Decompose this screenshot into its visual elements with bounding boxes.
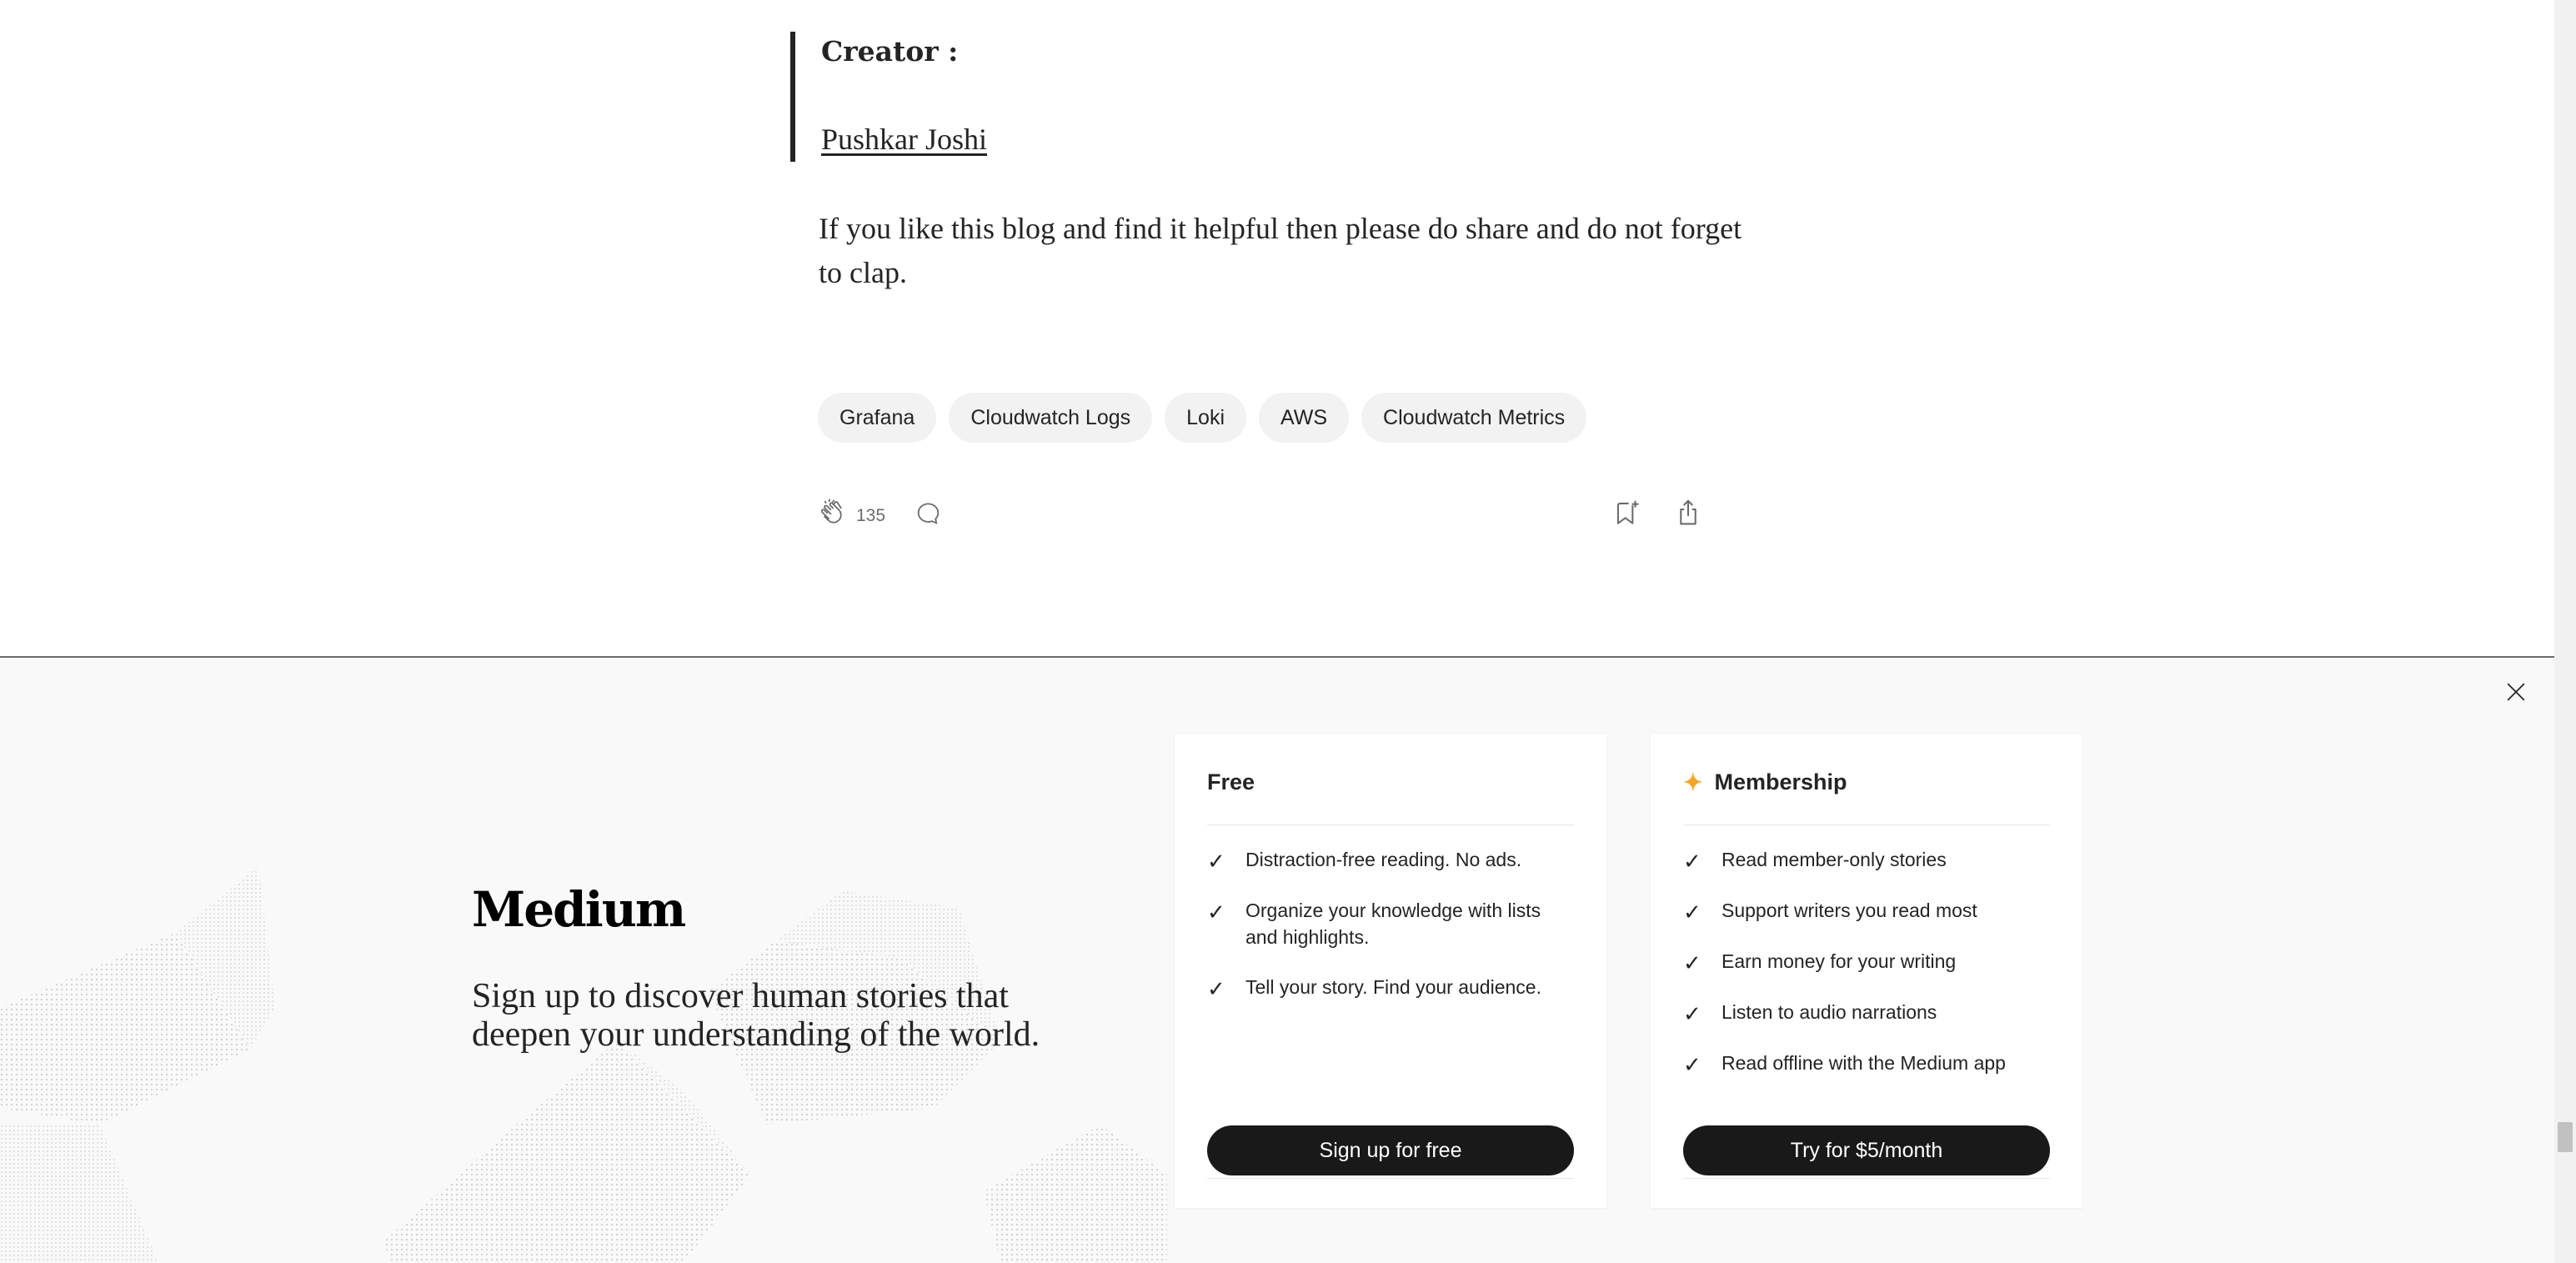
signup-tagline: Sign up to discover human stories that d…	[472, 977, 1040, 1054]
check-icon: ✓	[1683, 1052, 1701, 1077]
closing-paragraph: If you like this blog and find it helpfu…	[819, 212, 1742, 289]
share-button[interactable]	[1672, 497, 1704, 533]
card-divider	[1207, 1178, 1574, 1179]
tag-loki[interactable]: Loki	[1165, 393, 1247, 443]
scrollbar-thumb[interactable]	[2558, 1122, 2573, 1152]
clap-button[interactable]: 135	[818, 499, 885, 533]
membership-plan-card: ✦ Membership ✓ Read member-only stories …	[1651, 734, 2082, 1208]
membership-feature: ✓ Read offline with the Medium app	[1683, 1050, 2050, 1078]
membership-feature: ✓ Earn money for your writing	[1683, 948, 2050, 976]
blockquote-bar	[790, 32, 795, 162]
free-feature: ✓ Organize your knowledge with lists and…	[1207, 897, 1574, 950]
sparkle-icon: ✦	[1683, 769, 1703, 795]
clap-icon	[818, 499, 848, 533]
tag-cloudwatch-metrics[interactable]: Cloudwatch Metrics	[1361, 393, 1587, 443]
comment-icon	[914, 499, 942, 531]
free-plan-card: Free ✓ Distraction-free reading. No ads.…	[1175, 734, 1606, 1208]
check-icon: ✓	[1207, 976, 1225, 1001]
tag-aws[interactable]: AWS	[1259, 393, 1350, 443]
creator-link[interactable]: Pushkar Joshi	[821, 119, 987, 159]
bookmark-add-icon	[1611, 497, 1643, 533]
article-actions-bar: 135	[818, 494, 1710, 534]
free-feature: ✓ Tell your story. Find your audience.	[1207, 974, 1574, 1002]
free-feature: ✓ Distraction-free reading. No ads.	[1207, 846, 1574, 875]
close-icon	[2504, 680, 2528, 708]
clap-count: 135	[856, 505, 886, 525]
tag-list: Grafana Cloudwatch Logs Loki AWS Cloudwa…	[818, 393, 1587, 443]
medium-logo: Medium	[472, 881, 686, 938]
card-divider	[1683, 1178, 2050, 1179]
free-plan-title: Free	[1207, 769, 1255, 794]
check-icon: ✓	[1683, 849, 1701, 874]
membership-feature: ✓ Support writers you read most	[1683, 897, 2050, 925]
check-icon: ✓	[1683, 900, 1701, 925]
tag-grafana[interactable]: Grafana	[818, 393, 937, 443]
try-membership-button[interactable]: Try for $5/month	[1683, 1125, 2050, 1175]
response-button[interactable]	[914, 499, 942, 531]
close-overlay-button[interactable]	[2501, 679, 2531, 709]
share-icon	[1672, 497, 1704, 533]
creator-label: Creator :	[821, 35, 959, 68]
sign-up-free-button[interactable]: Sign up for free	[1207, 1125, 1574, 1175]
card-divider	[1207, 824, 1574, 825]
membership-feature: ✓ Listen to audio narrations	[1683, 999, 2050, 1027]
check-icon: ✓	[1683, 950, 1701, 975]
check-icon: ✓	[1207, 900, 1225, 925]
bookmark-button[interactable]	[1611, 497, 1643, 533]
check-icon: ✓	[1207, 849, 1225, 874]
scrollbar-track[interactable]	[2554, 0, 2576, 1263]
check-icon: ✓	[1683, 1001, 1701, 1026]
membership-feature: ✓ Read member-only stories	[1683, 846, 2050, 875]
tag-cloudwatch-logs[interactable]: Cloudwatch Logs	[949, 393, 1153, 443]
card-divider	[1683, 824, 2050, 825]
membership-plan-title: ✦ Membership	[1683, 769, 1847, 795]
signup-overlay: Medium Sign up to discover human stories…	[0, 658, 2554, 1263]
